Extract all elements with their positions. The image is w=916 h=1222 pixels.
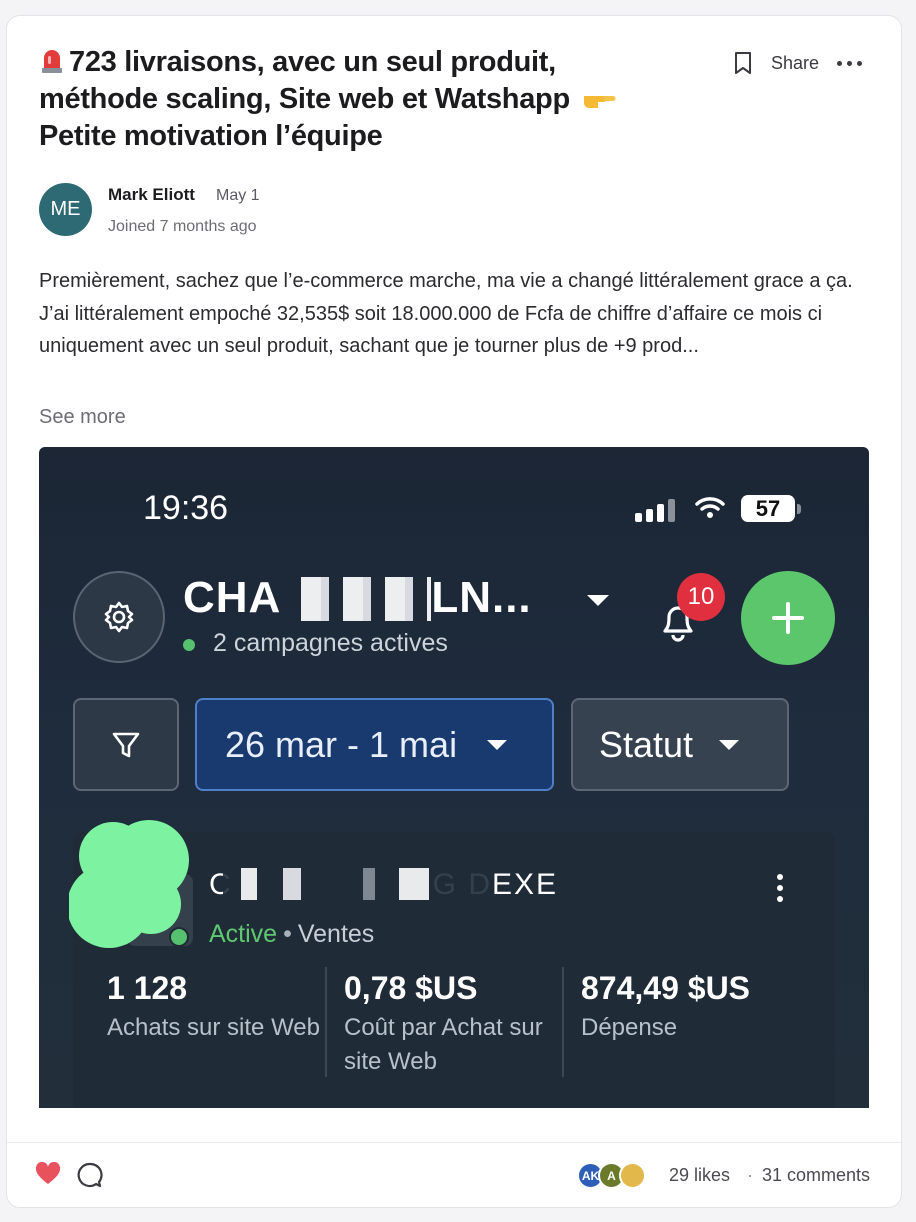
share-button[interactable]: Share <box>771 53 819 74</box>
metric-label: Dépense <box>581 1014 678 1041</box>
comments-count[interactable]: 31 comments <box>762 1165 870 1186</box>
siren-emoji-icon <box>42 50 62 73</box>
campaign-status-active: Active <box>209 920 278 948</box>
filter-icon <box>112 732 140 757</box>
wifi-icon <box>695 497 725 518</box>
campaign-type: Ventes <box>297 920 375 948</box>
author-name[interactable]: Mark Eliott <box>108 185 195 205</box>
metric-label: Achats sur site Web <box>107 1014 320 1041</box>
chevron-down-icon <box>487 739 508 750</box>
metric-value: 0,78 $US <box>344 970 478 1006</box>
redaction-mask <box>223 868 493 900</box>
account-name-prefix: CHA <box>183 573 282 622</box>
notification-badge: 10 <box>677 573 725 621</box>
footer-divider <box>7 1142 901 1143</box>
author-avatar[interactable]: ME <box>39 183 92 236</box>
settings-gear-icon[interactable] <box>73 571 165 663</box>
campaign-active-dot <box>169 927 189 947</box>
post-date: May 1 <box>216 187 260 204</box>
metric-divider <box>562 967 564 1077</box>
active-status-dot <box>183 639 195 651</box>
metric-value: 1 128 <box>107 970 188 1006</box>
post-body: Premièrement, sachez que l’e-commerce ma… <box>39 270 853 357</box>
more-options-icon[interactable] <box>837 53 863 74</box>
post-card: 723 livraisons, avec un seul produit, mé… <box>6 15 902 1208</box>
active-campaigns-label: 2 campagnes actives <box>213 629 448 657</box>
status-separator: • <box>283 920 292 948</box>
status-dropdown[interactable]: Statut <box>571 698 789 791</box>
campaign-status: Active • Ventes <box>209 920 374 949</box>
metric-label: Coût par Achat sur site Web <box>344 1014 543 1075</box>
post-title-line2: méthode scaling, Site web et Watshapp <box>39 83 570 115</box>
status-label: Statut <box>599 723 694 765</box>
post-title-line3: Petite motivation l’équipe <box>39 120 383 152</box>
gear-icon <box>104 601 134 633</box>
phone-time: 19:36 <box>143 489 229 527</box>
date-range-dropdown[interactable]: 26 mar - 1 mai <box>195 698 554 791</box>
signal-icon <box>635 499 675 522</box>
metric-spend: 874,49 $US Dépense <box>581 970 811 1045</box>
reactor-avatar <box>619 1162 646 1189</box>
metric-purchases: 1 128 Achats sur site Web <box>107 970 337 1045</box>
post-title-line1: 723 livraisons, avec un seul produit, <box>69 46 556 78</box>
heart-icon[interactable] <box>35 1162 61 1186</box>
post-image-screenshot[interactable]: 19:36 57 CHA LN... 2 campagnes actives 10 <box>39 447 869 1108</box>
comment-icon[interactable] <box>77 1162 103 1188</box>
add-campaign-button[interactable] <box>741 571 835 665</box>
account-name-suffix: LN... <box>431 573 532 622</box>
reactor-avatars[interactable]: AK A <box>577 1162 646 1189</box>
likes-count[interactable]: 29 likes <box>669 1165 730 1186</box>
author-joined: Joined 7 months ago <box>108 218 257 235</box>
footer-separator: · <box>747 1165 753 1185</box>
post-actions: Share <box>731 50 863 76</box>
pointing-hand-emoji-icon <box>583 96 616 108</box>
filter-button[interactable] <box>73 698 179 791</box>
see-more-link[interactable]: See more <box>39 406 126 429</box>
account-chevron-down-icon[interactable] <box>587 595 609 606</box>
date-range-label: 26 mar - 1 mai <box>225 723 458 765</box>
campaign-more-icon[interactable] <box>777 874 783 902</box>
bookmark-icon[interactable] <box>731 50 755 76</box>
plus-icon <box>772 602 804 634</box>
chevron-down-icon <box>719 739 740 750</box>
metric-value: 874,49 $US <box>581 970 751 1006</box>
post-title: 723 livraisons, avec un seul produit, mé… <box>39 44 699 155</box>
battery-icon: 57 <box>741 495 801 522</box>
redaction-mask <box>301 577 431 621</box>
metric-cost-per-purchase: 0,78 $US Coût par Achat sur site Web <box>344 970 574 1079</box>
campaign-card[interactable]: CG DEXE Active • Ventes 1 128 Achats sur s… <box>69 820 835 1108</box>
metric-divider <box>325 967 327 1077</box>
